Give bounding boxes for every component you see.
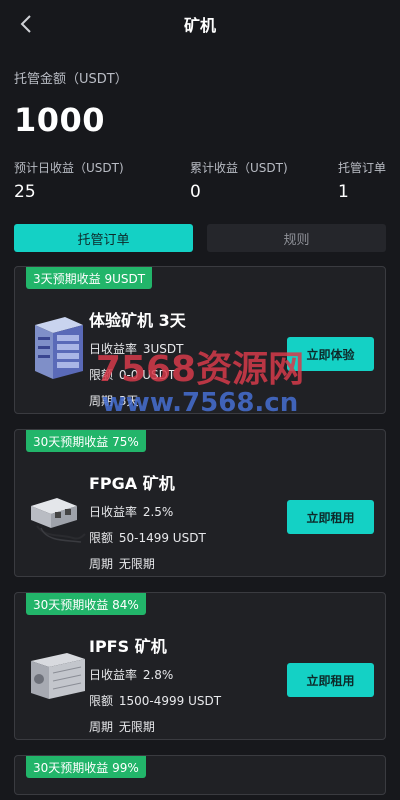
miner-name: IPFS 矿机 — [89, 637, 167, 656]
period-value: 无限期 — [118, 720, 155, 734]
back-button[interactable] — [16, 12, 36, 36]
period: 周期 3天 — [89, 392, 186, 409]
stat-total-income: 累计收益（USDT) 0 — [176, 159, 299, 202]
daily-rate-label: 日收益率 — [89, 668, 138, 682]
miner-info: FPGA 矿机 日收益率 2.5% 限额 50-1499 USDT 周期 无限期 — [89, 470, 208, 572]
period: 周期 无限期 — [89, 718, 223, 735]
limit-value: 0-0 USDT — [118, 368, 176, 382]
daily-rate-value: 2.8% — [142, 668, 174, 682]
expected-return-badge: 30天预期收益 75% — [26, 430, 146, 452]
daily-rate-value: 3USDT — [142, 342, 184, 356]
limit: 限额 50-1499 USDT — [89, 529, 208, 546]
try-now-button[interactable]: 立即体验 — [287, 337, 374, 371]
stat-value: 25 — [14, 182, 36, 202]
period: 周期 无限期 — [89, 555, 208, 572]
stat-daily-income: 预计日收益（USDT) 25 — [14, 159, 137, 202]
miner-name: FPGA 矿机 — [89, 474, 175, 493]
limit-label: 限额 — [89, 531, 114, 545]
daily-rate: 日收益率 3USDT — [89, 340, 186, 357]
period-label: 周期 — [89, 394, 114, 408]
miner-info: IPFS 矿机 日收益率 2.8% 限额 1500-4999 USDT 周期 无… — [89, 633, 223, 735]
miner-name: 体验矿机 3天 — [89, 311, 186, 330]
expected-return-badge: 30天预期收益 84% — [26, 593, 146, 615]
miner-list: 3天预期收益 9USDT 体验矿机 3天 日收益率 3USDT 限额 0-0 U… — [0, 266, 400, 795]
summary-section: 托管金额（USDT） 1000 预计日收益（USDT) 25 累计收益（USDT… — [0, 48, 400, 202]
fpga-miner-image — [31, 498, 86, 543]
period-label: 周期 — [89, 720, 114, 734]
stats-row: 预计日收益（USDT) 25 累计收益（USDT) 0 托管订单 1 — [14, 159, 386, 202]
top-bar: 矿机 — [0, 0, 400, 48]
expected-return-badge: 30天预期收益 99% — [26, 756, 146, 778]
daily-rate-label: 日收益率 — [89, 342, 138, 356]
chevron-left-icon — [20, 15, 31, 33]
custody-amount-value: 1000 — [14, 101, 106, 139]
miner-card: 30天预期收益 75% FPGA 矿机 日收益率 2.5% 限额 50-1499… — [14, 429, 386, 577]
stat-orders: 托管订单 1 — [338, 159, 386, 202]
daily-rate-value: 2.5% — [142, 505, 174, 519]
miner-info: 体验矿机 3天 日收益率 3USDT 限额 0-0 USDT 周期 3天 — [89, 307, 186, 409]
daily-rate: 日收益率 2.5% — [89, 503, 208, 520]
stat-label: 累计收益（USDT) — [189, 161, 288, 175]
stat-value: 1 — [337, 182, 349, 202]
rent-now-button[interactable]: 立即租用 — [287, 500, 374, 534]
daily-rate-label: 日收益率 — [89, 505, 138, 519]
page-title: 矿机 — [183, 16, 216, 35]
expected-return-badge: 3天预期收益 9USDT — [26, 267, 153, 289]
daily-rate: 日收益率 2.8% — [89, 666, 223, 683]
limit-value: 50-1499 USDT — [118, 531, 206, 545]
ipfs-miner-image — [31, 653, 85, 699]
tab-bar: 托管订单 规则 — [0, 224, 400, 252]
miner-card: 3天预期收益 9USDT 体验矿机 3天 日收益率 3USDT 限额 0-0 U… — [14, 266, 386, 414]
limit: 限额 1500-4999 USDT — [89, 692, 223, 709]
tab-custody-orders[interactable]: 托管订单 — [14, 224, 193, 252]
miner-card: 30天预期收益 99% — [14, 755, 386, 795]
limit-label: 限额 — [89, 694, 114, 708]
limit-label: 限额 — [89, 368, 114, 382]
rent-now-button[interactable]: 立即租用 — [287, 663, 374, 697]
tab-rules[interactable]: 规则 — [207, 224, 386, 252]
stat-value: 0 — [189, 182, 201, 202]
period-value: 无限期 — [118, 557, 155, 571]
limit-value: 1500-4999 USDT — [118, 694, 222, 708]
custody-amount-label: 托管金额（USDT） — [14, 72, 128, 87]
miner-card: 30天预期收益 84% IPFS 矿机 日收益率 2.8% 限额 1500-49… — [14, 592, 386, 740]
limit: 限额 0-0 USDT — [89, 366, 186, 383]
stat-label: 托管订单 — [337, 161, 386, 175]
period-label: 周期 — [89, 557, 114, 571]
period-value: 3天 — [118, 394, 139, 408]
stat-label: 预计日收益（USDT) — [14, 161, 124, 175]
server-rack-image — [35, 317, 83, 379]
